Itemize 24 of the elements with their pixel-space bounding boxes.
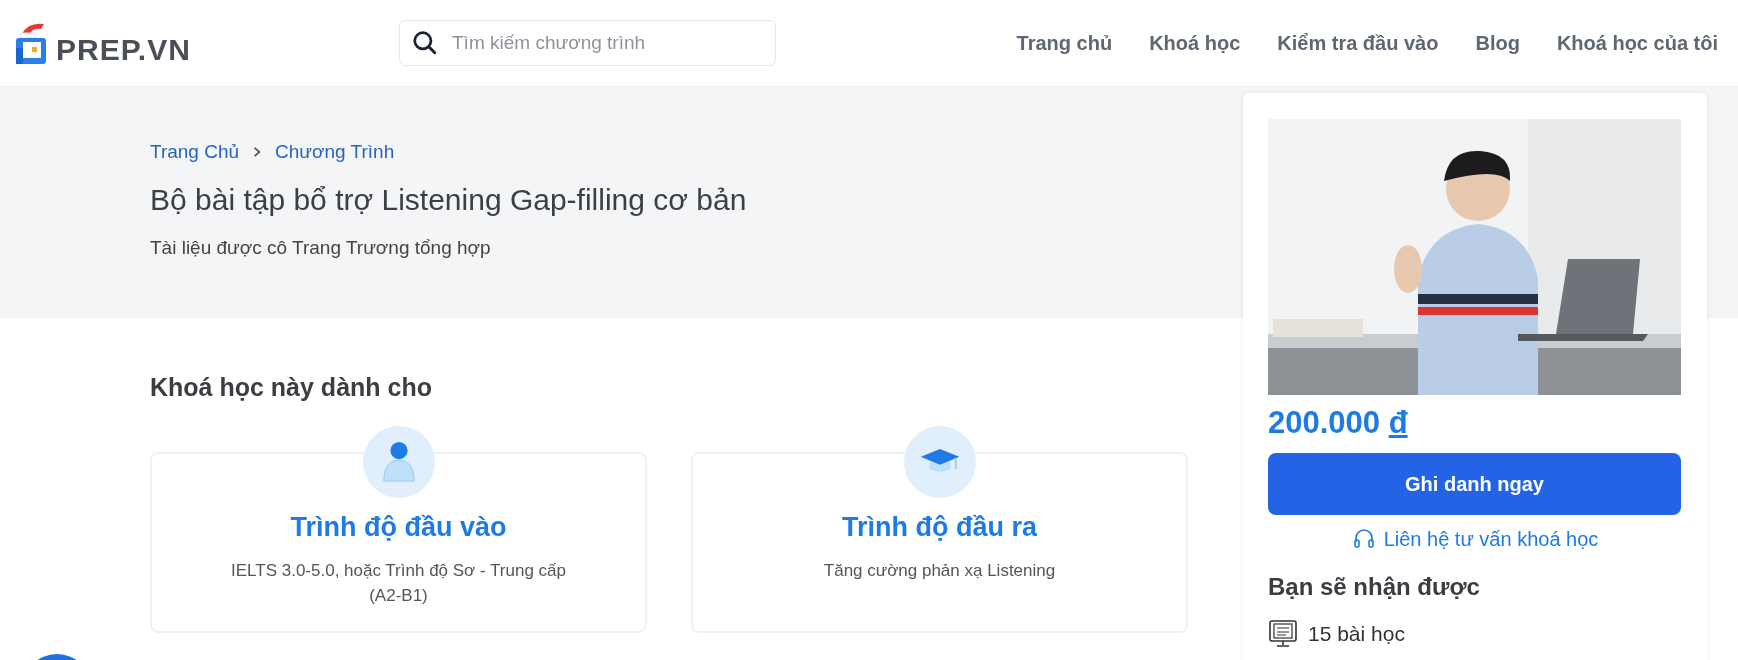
nav-link[interactable]: Trang chủ [1016, 31, 1113, 55]
benefit-text: 15 bài học [1308, 622, 1405, 646]
lesson-monitor-icon [1268, 619, 1298, 649]
logo-text[interactable]: PREP.VN [56, 33, 191, 67]
contact-link[interactable]: Liên hệ tư vấn khoá học [1383, 527, 1599, 551]
card-text: Tăng cường phản xạ Listening [822, 560, 1057, 582]
benefits-heading: Bạn sẽ nhận được [1268, 573, 1481, 601]
enroll-button[interactable]: Ghi danh ngay [1268, 453, 1681, 515]
page-subtitle: Tài liệu được cô Trang Trương tổng hợp [150, 237, 492, 259]
search-icon [412, 30, 438, 56]
section-heading: Khoá học này dành cho [150, 373, 433, 402]
nav-link[interactable]: Khoá học của tôi [1556, 31, 1718, 55]
headset-icon [1351, 527, 1376, 551]
card-title: Trình độ đầu ra [842, 512, 1037, 543]
nav-link[interactable]: Khoá học [1149, 31, 1241, 55]
search-field[interactable]: Tìm kiếm chương trình [399, 20, 776, 66]
price: 200.000 đ [1268, 405, 1409, 441]
card-text: IELTS 3.0-5.0, hoặc Trình độ Sơ - Trung cấp (A2-B1) [230, 560, 567, 607]
breadcrumb-link[interactable]: Chương Trình [275, 141, 395, 163]
page-title: Bộ bài tập bổ trợ Listening Gap-filling cơ bản [150, 183, 748, 217]
nav-link[interactable]: Kiểm tra đầu vào [1277, 31, 1439, 55]
nav-link[interactable]: Blog [1475, 31, 1520, 55]
card-title: Trình độ đầu vào [290, 512, 507, 543]
breadcrumb-link[interactable]: Trang Chủ [150, 141, 240, 163]
